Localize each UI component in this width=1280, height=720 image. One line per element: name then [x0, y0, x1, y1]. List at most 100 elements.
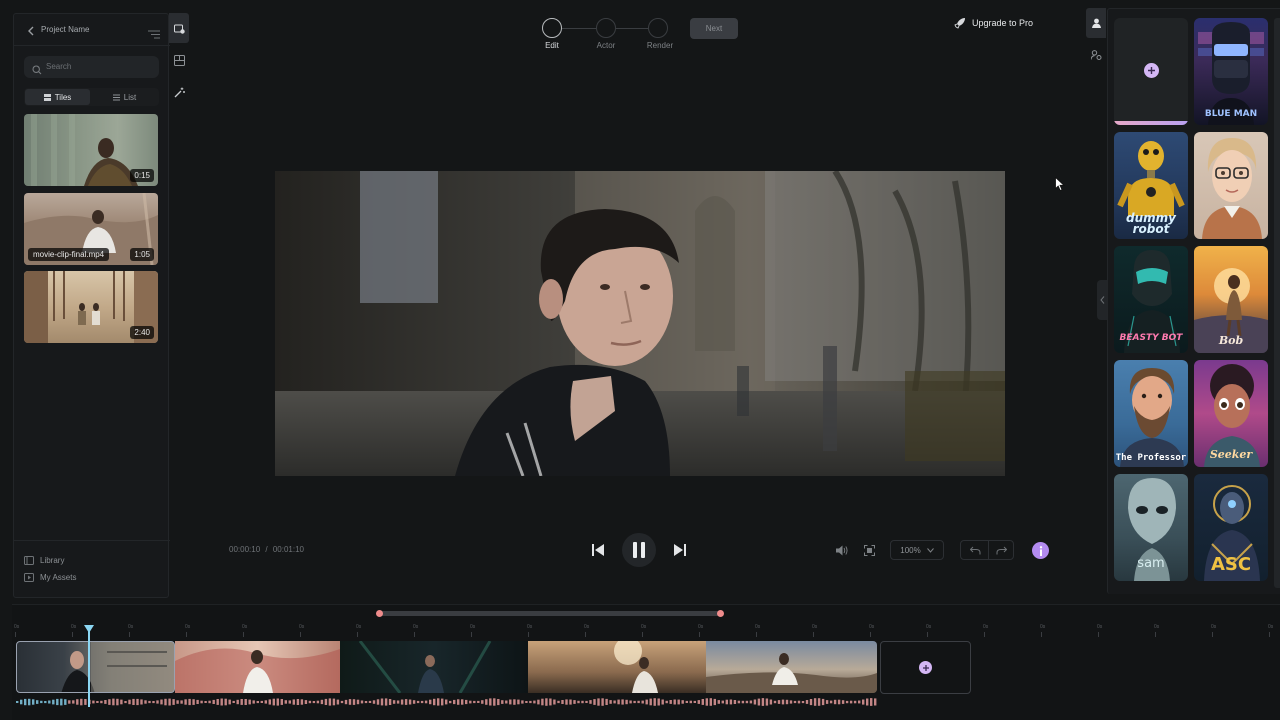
waveform-bar	[605, 698, 608, 705]
waveform-bar	[866, 698, 869, 706]
actor-card-asc[interactable]: ASC	[1194, 474, 1268, 581]
waveform-bar	[404, 699, 408, 705]
ruler-tick-label: 0s	[812, 624, 818, 630]
ruler-tick-mark	[186, 632, 187, 637]
waveform-bar	[356, 699, 360, 705]
waveform-bar	[793, 700, 797, 704]
tiles-view-button[interactable]: Tiles	[25, 89, 90, 105]
skip-back-button[interactable]	[590, 542, 606, 558]
actor-name: sam	[1137, 556, 1165, 571]
waveform-bar	[292, 699, 295, 705]
actor-card-bob[interactable]: Bob	[1194, 246, 1268, 353]
timeline-clip-3[interactable]	[340, 641, 528, 693]
range-handle-end[interactable]	[717, 610, 724, 617]
fit-screen-button[interactable]	[861, 542, 877, 558]
waveform-bar	[324, 698, 328, 705]
project-name[interactable]: Project Name	[41, 25, 89, 34]
waveform-bar	[380, 698, 384, 706]
add-clip-slot[interactable]	[880, 641, 971, 694]
waveform-bar	[553, 699, 556, 705]
media-tile-2[interactable]: movie-clip-final.mp4 1:05	[24, 193, 158, 265]
search-input[interactable]: Search	[24, 56, 159, 78]
step-actor-circle[interactable]	[596, 18, 616, 38]
ruler-tick-mark	[1269, 632, 1270, 637]
waveform-bar	[200, 700, 203, 704]
waveform-bar	[188, 698, 191, 706]
actors-tab-button[interactable]	[1086, 8, 1106, 38]
menu-lines-icon[interactable]	[148, 26, 160, 39]
chevron-left-icon	[1099, 296, 1104, 304]
waveform-bar	[858, 700, 861, 704]
collapse-panel-button[interactable]	[1097, 280, 1107, 320]
actor-card-sam[interactable]: sam	[1114, 474, 1188, 581]
library-link[interactable]: Library	[24, 556, 64, 565]
actor-portrait	[1120, 368, 1184, 467]
waveform-bar	[601, 698, 604, 706]
waveform-bar	[176, 700, 179, 704]
waveform-bar	[441, 698, 444, 706]
waveform-bar	[841, 700, 845, 704]
ruler-tick-mark	[1098, 632, 1099, 637]
waveform-bar	[104, 700, 107, 704]
add-clip-button[interactable]	[919, 661, 932, 674]
media-tile-3[interactable]: 2:40	[24, 271, 158, 343]
actor-card-professor[interactable]: The Professor	[1114, 360, 1188, 467]
back-chevron-icon[interactable]	[26, 24, 36, 36]
step-render-circle[interactable]	[648, 18, 668, 38]
actor-card-dummy-robot[interactable]: dummy robot	[1114, 132, 1188, 239]
ruler-tick-mark	[357, 632, 358, 637]
redo-button[interactable]	[990, 543, 1012, 557]
waveform-bar	[725, 699, 728, 705]
timeline-range-bar[interactable]	[378, 611, 720, 616]
next-button[interactable]: Next	[690, 18, 738, 39]
add-actor-tile[interactable]	[1114, 18, 1188, 125]
actor-card-glasses[interactable]	[1194, 132, 1268, 239]
upgrade-button[interactable]: Upgrade to Pro	[954, 16, 1033, 30]
waveform-bar	[204, 701, 207, 703]
waveform-bar	[136, 698, 139, 706]
layout-tool-button[interactable]	[169, 45, 189, 75]
actor-card-beasty-bot[interactable]: BEASTY BOT	[1114, 246, 1188, 353]
voice-tab-button[interactable]	[1086, 40, 1106, 70]
pause-button[interactable]	[622, 533, 656, 567]
waveform-bar	[445, 699, 448, 705]
range-handle-start[interactable]	[376, 610, 383, 617]
right-rail	[1086, 8, 1106, 74]
actor-card-blue-man[interactable]: BLUE MAN	[1194, 18, 1268, 125]
waveform-bar	[236, 699, 239, 705]
waveform-bar	[64, 699, 67, 705]
waveform-bar	[116, 698, 119, 706]
timeline-clip-2[interactable]	[175, 641, 340, 693]
add-actor-button[interactable]	[1144, 63, 1159, 78]
volume-button[interactable]	[834, 542, 850, 558]
zoom-select[interactable]: 100%	[890, 540, 944, 560]
ruler-tick-mark	[870, 632, 871, 637]
waveform-bar	[224, 698, 227, 706]
actor-card-seeker[interactable]: Seeker	[1194, 360, 1268, 467]
video-preview[interactable]	[275, 171, 1005, 476]
skip-forward-button[interactable]	[672, 542, 688, 558]
playhead[interactable]	[88, 625, 90, 707]
waveform-bar	[753, 699, 757, 705]
magic-tool-button[interactable]	[169, 77, 189, 107]
timeline-clip-5[interactable]	[706, 641, 877, 693]
waveform-bar	[805, 700, 809, 704]
info-button[interactable]	[1032, 542, 1049, 559]
waveform-bar	[505, 700, 508, 704]
undo-button[interactable]	[964, 543, 986, 557]
media-tile-1[interactable]: 0:15	[24, 114, 158, 186]
waveform-bar	[424, 700, 428, 704]
list-view-button[interactable]: List	[92, 89, 157, 105]
timeline-clip-4[interactable]	[528, 641, 706, 693]
waveform-bar	[308, 700, 312, 704]
timeline-clip-1[interactable]	[16, 641, 175, 693]
media-tool-button[interactable]	[169, 13, 189, 43]
waveform-bar	[36, 700, 39, 704]
ruler-tick-mark	[642, 632, 643, 637]
waveform-bar	[392, 700, 396, 704]
my-assets-link[interactable]: My Assets	[24, 573, 76, 582]
person-settings-icon	[1090, 50, 1101, 60]
step-edit-circle[interactable]	[542, 18, 562, 38]
tool-rail	[169, 13, 189, 108]
media-filename: movie-clip-final.mp4	[28, 248, 110, 261]
